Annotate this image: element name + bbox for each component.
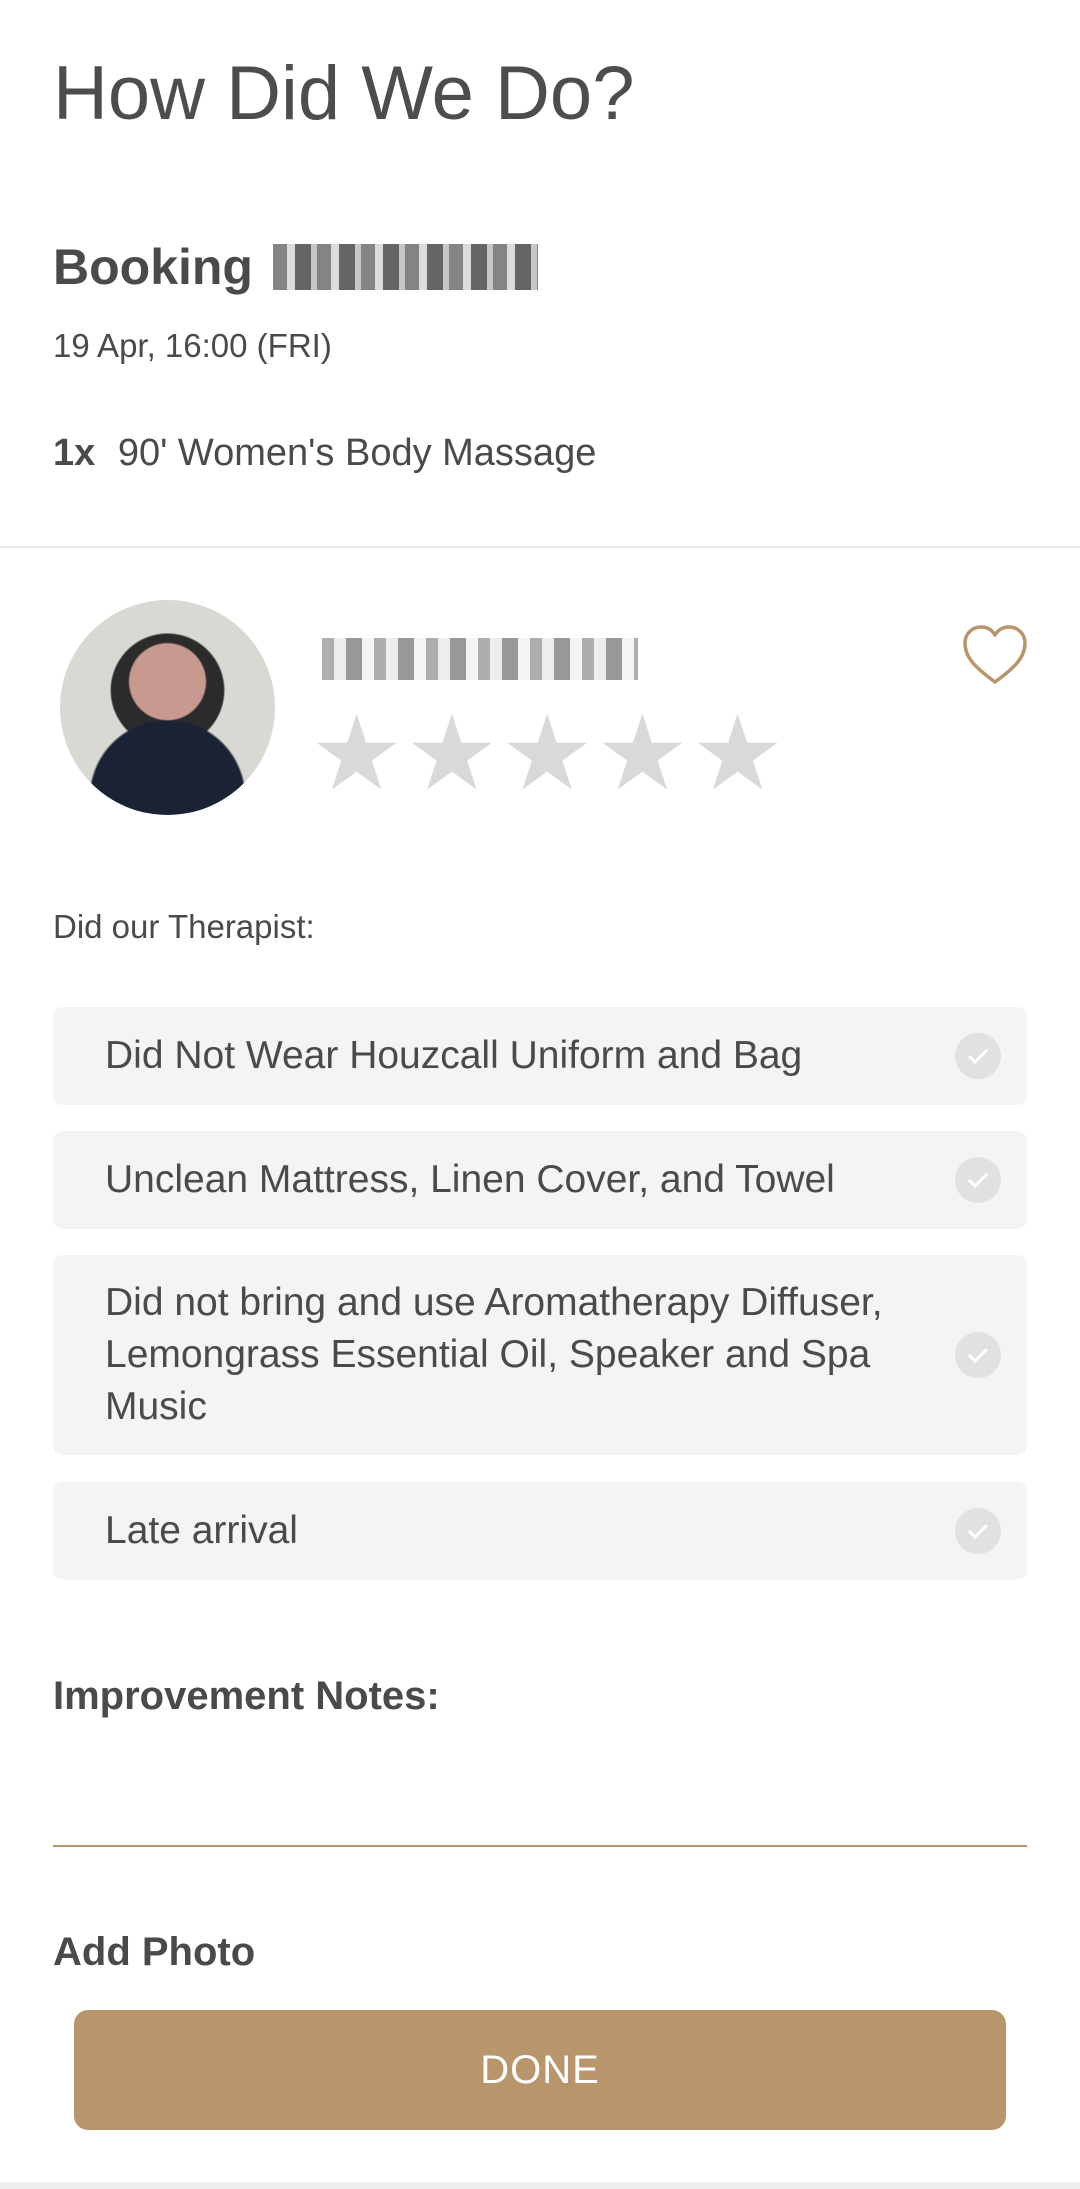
star-icon[interactable]: ★ bbox=[500, 702, 593, 806]
therapist-avatar bbox=[60, 600, 275, 815]
option-label: Late arrival bbox=[105, 1509, 298, 1552]
notes-underline bbox=[53, 1845, 1027, 1847]
star-icon[interactable]: ★ bbox=[405, 702, 498, 806]
done-button[interactable]: DONE bbox=[74, 2010, 1006, 2130]
feedback-option-late-arrival[interactable]: Late arrival bbox=[53, 1482, 1027, 1580]
booking-date: 19 Apr, 16:00 (FRI) bbox=[53, 327, 332, 364]
star-rating[interactable]: ★ ★ ★ ★ ★ bbox=[310, 702, 784, 806]
service-quantity: 1x bbox=[53, 432, 96, 474]
feedback-option-uniform[interactable]: Did Not Wear Houzcall Uniform and Bag bbox=[53, 1007, 1027, 1105]
star-icon[interactable]: ★ bbox=[691, 702, 784, 806]
heart-icon[interactable] bbox=[962, 624, 1028, 686]
service-name: 90' Women's Body Massage bbox=[117, 432, 597, 474]
option-label: Did Not Wear Houzcall Uniform and Bag bbox=[105, 1034, 803, 1077]
page-title: How Did We Do? bbox=[53, 51, 635, 136]
section-divider bbox=[0, 546, 1080, 548]
improvement-notes-input[interactable] bbox=[53, 1760, 1031, 1842]
feedback-question: Did our Therapist: bbox=[53, 908, 315, 945]
check-icon[interactable] bbox=[955, 1332, 1001, 1378]
therapist-name-redacted bbox=[322, 638, 638, 680]
feedback-option-aromatherapy[interactable]: Did not bring and use Aromatherapy Diffu… bbox=[53, 1255, 1027, 1455]
option-label: Did not bring and use Aromatherapy Diffu… bbox=[105, 1281, 883, 1428]
service-line: 1x 90' Women's Body Massage bbox=[53, 432, 596, 475]
bottom-system-bar bbox=[0, 2182, 1080, 2189]
add-photo-label[interactable]: Add Photo bbox=[53, 1930, 255, 1975]
booking-id-redacted bbox=[272, 244, 538, 290]
booking-label: Booking bbox=[53, 239, 253, 295]
check-icon[interactable] bbox=[955, 1033, 1001, 1079]
booking-line: Booking bbox=[53, 238, 538, 296]
feedback-option-cleanliness[interactable]: Unclean Mattress, Linen Cover, and Towel bbox=[53, 1131, 1027, 1229]
check-icon[interactable] bbox=[955, 1157, 1001, 1203]
improvement-notes-label: Improvement Notes: bbox=[53, 1674, 440, 1718]
option-label: Unclean Mattress, Linen Cover, and Towel bbox=[105, 1158, 835, 1201]
star-icon[interactable]: ★ bbox=[596, 702, 689, 806]
check-icon[interactable] bbox=[955, 1508, 1001, 1554]
star-icon[interactable]: ★ bbox=[310, 702, 403, 806]
